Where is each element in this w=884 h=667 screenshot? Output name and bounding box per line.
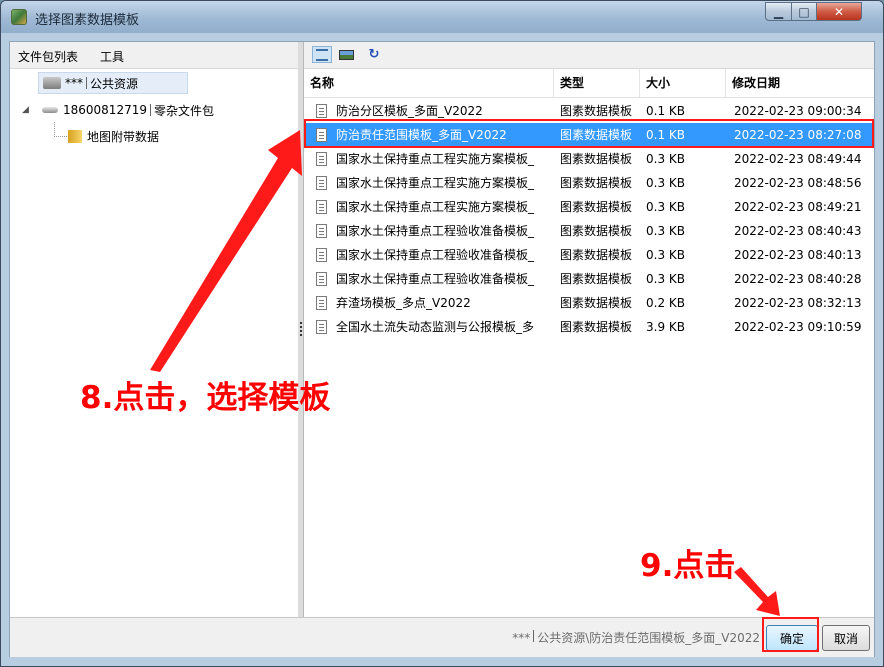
file-size: 0.3 KB [646, 152, 685, 166]
document-icon [316, 248, 327, 262]
file-type: 图素数据模板 [560, 296, 633, 310]
annotation-step8: 8.点击，选择模板 [80, 380, 331, 416]
file-modified: 2022-02-23 09:10:59 [734, 320, 862, 334]
file-size: 0.3 KB [646, 176, 685, 190]
menu-file-list[interactable]: 文件包列表 [18, 48, 78, 65]
tree-item-prefix: *** [65, 76, 83, 90]
path-prefix: *** [512, 631, 531, 645]
file-name: 国家水土保持重点工程验收准备模板_ [336, 224, 535, 238]
file-type: 图素数据模板 [560, 320, 633, 334]
view-toolbar: ↻ [304, 42, 874, 69]
file-type: 图素数据模板 [560, 272, 633, 286]
minimize-button[interactable]: ▁ [765, 2, 792, 21]
file-row[interactable]: 国家水土保持重点工程实施方案模板_ 图素数据模板 0.3 KB 2022-02-23 … [304, 171, 874, 195]
file-type: 图素数据模板 [560, 176, 633, 190]
file-name: 国家水土保持重点工程实施方案模板_ [336, 200, 535, 214]
file-modified: 2022-02-23 08:49:44 [734, 152, 862, 166]
document-icon [316, 224, 327, 238]
window-title: 选择图素数据模板 [35, 13, 140, 28]
file-name: 弃渣场模板_多点_V2022 [336, 296, 471, 310]
file-name: 国家水土保持重点工程验收准备模板_ [336, 248, 535, 262]
file-size: 0.3 KB [646, 200, 685, 214]
separator [533, 630, 535, 642]
file-size: 0.3 KB [646, 272, 685, 286]
drive-icon [42, 107, 58, 113]
file-modified: 2022-02-23 08:40:13 [734, 248, 862, 262]
file-type: 图素数据模板 [560, 152, 633, 166]
file-size: 0.2 KB [646, 296, 685, 310]
cancel-button[interactable]: 取消 [822, 625, 870, 651]
file-size: 0.3 KB [646, 248, 685, 262]
file-type: 图素数据模板 [560, 248, 633, 262]
title-bar[interactable]: 选择图素数据模板 ▁ □ ✕ [1, 1, 883, 33]
document-icon [316, 152, 327, 166]
file-row[interactable]: 国家水土保持重点工程实施方案模板_ 图素数据模板 0.3 KB 2022-02-23 … [304, 195, 874, 219]
document-icon [316, 176, 327, 190]
tree-connector [54, 122, 67, 137]
maximize-button[interactable]: □ [791, 2, 817, 21]
separator [86, 77, 87, 89]
column-modified[interactable]: 修改日期 [726, 69, 874, 97]
file-type: 图素数据模板 [560, 224, 633, 238]
file-row[interactable]: 国家水土保持重点工程实施方案模板_ 图素数据模板 0.3 KB 2022-02-23 … [304, 147, 874, 171]
folder-icon [68, 129, 82, 143]
dialog-window: 选择图素数据模板 ▁ □ ✕ 文件包列表 工具 *** 公共资源 ◢ 18600… [0, 0, 884, 667]
file-modified: 2022-02-23 08:48:56 [734, 176, 862, 190]
details-view-icon[interactable] [312, 46, 332, 63]
file-row[interactable]: 国家水土保持重点工程验收准备模板_ 图素数据模板 0.3 KB 2022-02-23 … [304, 219, 874, 243]
column-type[interactable]: 类型 [554, 69, 640, 97]
left-panel: 文件包列表 工具 *** 公共资源 ◢ 18600812719 零杂文件包 地图… [10, 42, 299, 617]
annotation-step9: 9.点击 [640, 548, 736, 584]
file-size: 3.9 KB [646, 320, 685, 334]
tree-item-label: 地图附带数据 [87, 129, 160, 144]
file-modified: 2022-02-23 08:49:21 [734, 200, 862, 214]
selected-path: *** 公共资源\防治责任范围模板_多面_V2022 [512, 629, 760, 646]
menu-bar: 文件包列表 工具 [10, 42, 298, 69]
highlight-selected-row [304, 119, 874, 148]
file-modified: 2022-02-23 08:32:13 [734, 296, 862, 310]
file-name: 国家水土保持重点工程实施方案模板_ [336, 152, 535, 166]
close-button[interactable]: ✕ [816, 2, 862, 21]
file-modified: 2022-02-23 08:40:43 [734, 224, 862, 238]
file-modified: 2022-02-23 08:40:28 [734, 272, 862, 286]
file-row[interactable]: 国家水土保持重点工程验收准备模板_ 图素数据模板 0.3 KB 2022-02-23 … [304, 267, 874, 291]
document-icon [316, 104, 327, 118]
expand-arrow-icon[interactable]: ◢ [22, 105, 38, 115]
file-name: 全国水土流失动态监测与公报模板_多 [336, 320, 535, 334]
column-name[interactable]: 名称 [304, 69, 554, 97]
status-bar: *** 公共资源\防治责任范围模板_多面_V2022 确定 取消 [10, 617, 874, 657]
file-row[interactable]: 弃渣场模板_多点_V2022 图素数据模板 0.2 KB 2022-02-23 08:… [304, 291, 874, 315]
refresh-icon[interactable]: ↻ [364, 46, 384, 63]
column-size[interactable]: 大小 [640, 69, 726, 97]
tree-item-map-data[interactable]: 地图附带数据 [68, 125, 159, 147]
document-icon [316, 320, 327, 334]
highlight-ok-button [762, 617, 819, 652]
tree-item-public[interactable]: *** 公共资源 [38, 72, 188, 94]
file-row[interactable]: 全国水土流失动态监测与公报模板_多 图素数据模板 3.9 KB 2022-02-23 … [304, 315, 874, 339]
tree-item-label: 公共资源 [90, 76, 139, 91]
document-icon [316, 272, 327, 286]
file-size: 0.3 KB [646, 224, 685, 238]
tree-item-label: 零杂文件包 [153, 103, 214, 118]
separator [149, 104, 151, 116]
path-text: 公共资源\防治责任范围模板_多面_V2022 [537, 631, 760, 645]
document-icon [316, 200, 327, 214]
tree-item-prefix: 18600812719 [63, 103, 147, 117]
document-icon [316, 296, 327, 310]
file-type: 图素数据模板 [560, 200, 633, 214]
file-row[interactable]: 国家水土保持重点工程验收准备模板_ 图素数据模板 0.3 KB 2022-02-23 … [304, 243, 874, 267]
file-name: 国家水土保持重点工程验收准备模板_ [336, 272, 535, 286]
public-server-icon [43, 77, 61, 89]
tree-item-personal[interactable]: ◢ 18600812719 零杂文件包 [22, 99, 214, 121]
file-list-header: 名称 类型 大小 修改日期 [304, 69, 874, 98]
menu-tools[interactable]: 工具 [100, 48, 124, 65]
file-name: 国家水土保持重点工程实施方案模板_ [336, 176, 535, 190]
app-icon [11, 9, 27, 25]
thumbnail-view-icon[interactable] [336, 46, 356, 63]
